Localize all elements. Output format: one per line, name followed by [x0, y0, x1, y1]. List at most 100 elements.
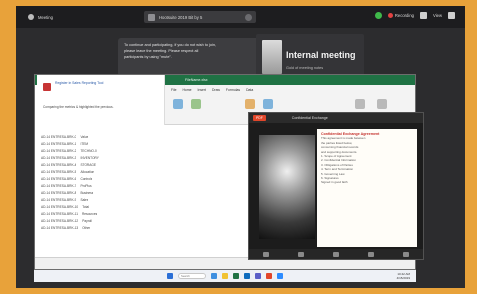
outlook-icon	[43, 83, 51, 91]
cell[interactable]: AD-14 ENTRESA-BRK-6	[41, 177, 76, 183]
cell[interactable]: AD-14 ENTRESA-BRK-9	[41, 198, 76, 204]
outlook-preview[interactable]: Register in Sales Reporting Tool Compari…	[37, 75, 165, 125]
next-page-icon[interactable]	[367, 251, 374, 257]
tab-data[interactable]: Data	[246, 88, 253, 92]
table-row[interactable]: AD-14 ENTRESA-BRK-11 Resources	[41, 212, 251, 218]
meeting-thumbnail	[262, 40, 282, 74]
tab-formulas[interactable]: Formulas	[226, 88, 240, 92]
pdf-badge: PDF	[253, 115, 266, 121]
layout-icon[interactable]	[419, 12, 427, 19]
tab-home[interactable]: Home	[182, 88, 191, 92]
cell[interactable]: Controls	[80, 177, 92, 183]
cell[interactable]: AD-14 ENTRESA-BRK-4	[41, 163, 76, 169]
window-title: Hootsuite 2019 Bit by 5	[159, 14, 203, 20]
cell[interactable]: AD-14 ENTRESA-BRK-7	[41, 184, 76, 190]
table-row[interactable]: AD-14 ENTRESA-BRK-3 INVENTORY	[41, 156, 251, 162]
outlook-icon[interactable]	[244, 273, 250, 279]
document-page[interactable]: Confidential Exchange Agreement This agr…	[317, 129, 417, 247]
table-row[interactable]: AD-14 ENTRESA-BRK-8 Business	[41, 191, 251, 197]
prev-page-icon[interactable]	[263, 251, 270, 257]
notification-line: participants by using "mute".	[124, 55, 172, 59]
cell[interactable]: AD-14 ENTRESA-BRK-12	[41, 219, 78, 225]
cell[interactable]: AD-14 ENTRESA-BRK-5	[41, 170, 76, 176]
excel-icon[interactable]	[233, 273, 239, 279]
meeting-menu[interactable]: Meeting	[28, 14, 53, 20]
cell[interactable]: ITEM	[80, 142, 88, 148]
recording-indicator[interactable]: Recording	[387, 13, 414, 18]
table-row[interactable]: AD-14 ENTRESA-BRK-12 Payroll	[41, 219, 251, 225]
viewer-title: Confidential Exchange	[291, 116, 328, 120]
meeting-icon	[28, 14, 34, 20]
table-row[interactable]: AD-14 ENTRESA-BRK-9 Sales	[41, 198, 251, 204]
sort-icon[interactable]	[355, 99, 365, 109]
table-row[interactable]: AD-14 ENTRESA-BRK-0 Value	[41, 135, 251, 141]
table-row[interactable]: AD-14 ENTRESA-BRK-6 Controls	[41, 177, 251, 183]
outlook-subtext: Comparing the metrics & highlighted the …	[43, 105, 114, 109]
table-row[interactable]: AD-14 ENTRESA-BRK-2 TECHNO-0	[41, 149, 251, 155]
meeting-title: Internal meeting	[286, 50, 356, 60]
outlook-link[interactable]: Register in Sales Reporting Tool	[55, 81, 159, 86]
status-icon	[374, 12, 382, 19]
cell[interactable]: INVENTORY	[80, 156, 98, 162]
tab-insert[interactable]: Insert	[198, 88, 206, 92]
cell[interactable]: Sales	[80, 198, 88, 204]
table-row[interactable]: AD-14 ENTRESA-BRK-13 Other	[41, 226, 251, 232]
cell[interactable]: Payroll	[82, 219, 92, 225]
zoom-in-icon[interactable]	[332, 251, 339, 257]
cell[interactable]: Allocation	[80, 170, 94, 176]
cell[interactable]: AD-14 ENTRESA-BRK-10	[41, 205, 78, 211]
cell[interactable]: Business	[80, 191, 93, 197]
cell[interactable]: AD-14 ENTRESA-BRK-2	[41, 149, 76, 155]
record-icon	[387, 13, 393, 18]
font-icon[interactable]	[191, 99, 201, 109]
cell[interactable]: AD-14 ENTRESA-BRK-11	[41, 212, 78, 218]
table-icon[interactable]	[263, 99, 273, 109]
window-tab[interactable]: Hootsuite 2019 Bit by 5	[144, 11, 256, 23]
pdf-app-icon[interactable]	[266, 273, 272, 279]
cell[interactable]: TECHNO-0	[80, 149, 96, 155]
cell[interactable]: AD-14 ENTRESA-BRK-13	[41, 226, 78, 232]
cell[interactable]: AD-14 ENTRESA-BRK-0	[41, 135, 76, 141]
table-row[interactable]: AD-14 ENTRESA-BRK-1 ITEM	[41, 142, 251, 148]
window-icon	[148, 13, 155, 21]
cell[interactable]: Other	[82, 226, 90, 232]
cell[interactable]: ProPlus	[80, 184, 91, 190]
tab-file[interactable]: File	[171, 88, 176, 92]
fullscreen-icon[interactable]	[402, 251, 409, 257]
table-row[interactable]: AD-14 ENTRESA-BRK-5 Allocation	[41, 170, 251, 176]
meeting-label: Meeting	[38, 14, 53, 20]
zoom-out-icon[interactable]	[298, 251, 305, 257]
tab-draw[interactable]: Draw	[212, 88, 220, 92]
cell[interactable]: Total	[82, 205, 89, 211]
system-clock[interactable]: 10:42 AM 4/15/2019	[397, 272, 410, 280]
meeting-subtitle: Gold of meeting notes	[286, 66, 324, 70]
cell[interactable]: AD-14 ENTRESA-BRK-3	[41, 156, 76, 162]
viewer-title-bar: PDF Confidential Exchange	[249, 113, 423, 123]
file-explorer-icon[interactable]	[222, 273, 228, 279]
paste-icon[interactable]	[173, 99, 183, 109]
document-photo	[259, 135, 315, 239]
table-row[interactable]: AD-14 ENTRESA-BRK-4 STORAGE	[41, 163, 251, 169]
cell[interactable]: Value	[80, 135, 88, 141]
cell[interactable]: STORAGE	[80, 163, 96, 169]
view-label[interactable]: View	[433, 13, 442, 18]
teams-icon[interactable]	[255, 273, 261, 279]
close-icon[interactable]	[245, 13, 252, 21]
cell[interactable]: AD-14 ENTRESA-BRK-1	[41, 142, 76, 148]
cell[interactable]: AD-14 ENTRESA-BRK-8	[41, 191, 76, 197]
pdf-viewer-window[interactable]: PDF Confidential Exchange Confidential E…	[248, 112, 424, 260]
taskbar: Search 10:42 AM 4/15/2019	[34, 270, 416, 282]
windows-start-icon[interactable]	[167, 273, 173, 279]
find-icon[interactable]	[377, 99, 387, 109]
clock-date: 4/15/2019	[396, 276, 410, 280]
zoom-icon[interactable]	[277, 273, 283, 279]
table-row[interactable]: AD-14 ENTRESA-BRK-7 ProPlus	[41, 184, 251, 190]
table-row[interactable]: AD-14 ENTRESA-BRK-10 Total	[41, 205, 251, 211]
viewer-controls	[249, 249, 423, 259]
taskbar-search[interactable]: Search	[178, 273, 206, 279]
top-right-controls: Recording View	[374, 12, 455, 19]
edge-icon[interactable]	[211, 273, 217, 279]
grid-icon[interactable]	[448, 12, 455, 19]
cell[interactable]: Resources	[82, 212, 97, 218]
format-icon[interactable]	[245, 99, 255, 109]
